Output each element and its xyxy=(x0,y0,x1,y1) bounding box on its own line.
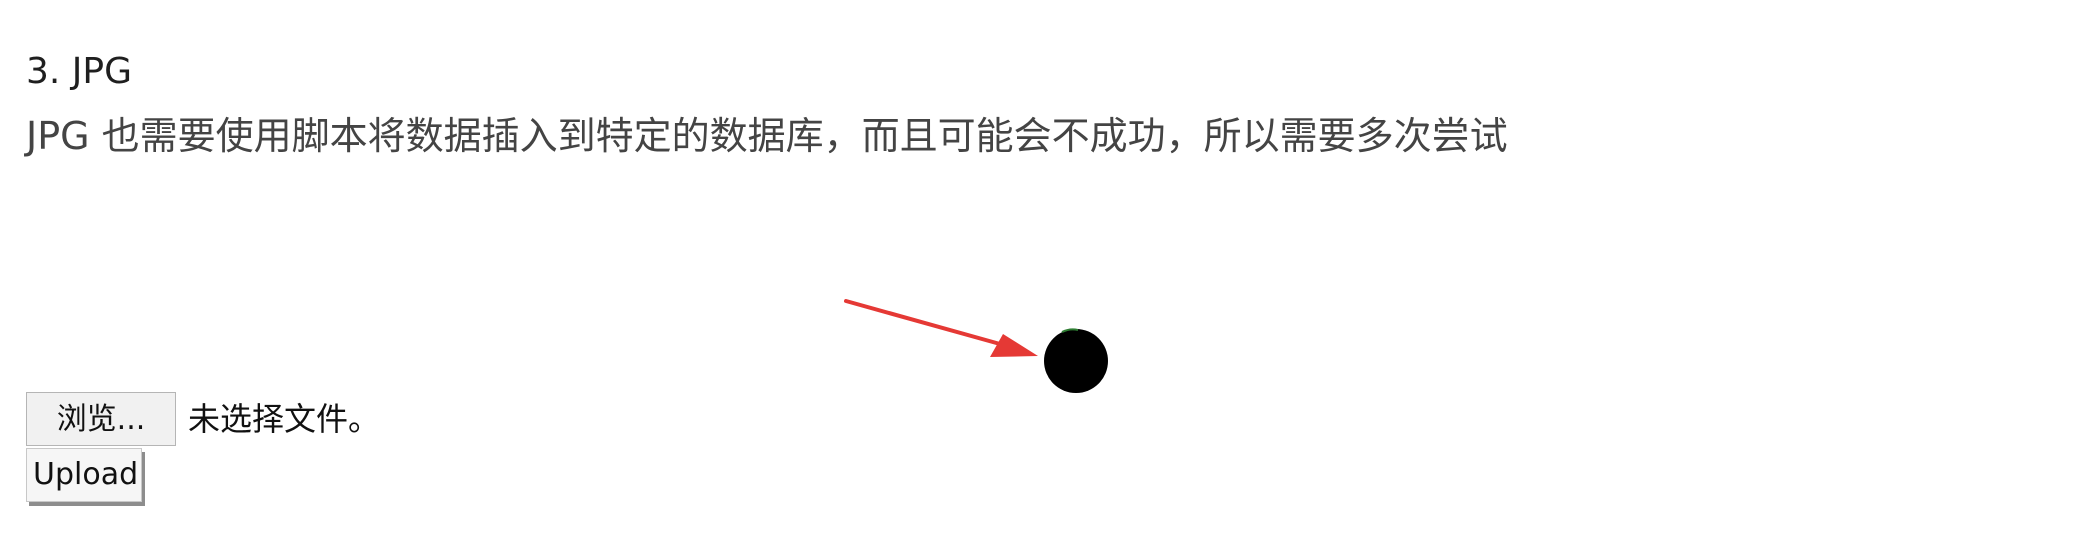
cursor-marker-highlight xyxy=(1061,328,1079,333)
section-description: JPG 也需要使用脚本将数据插入到特定的数据库，而且可能会不成功，所以需要多次尝… xyxy=(26,114,1508,158)
cursor-marker-icon xyxy=(1044,329,1108,393)
annotation-arrowhead-icon xyxy=(990,334,1038,357)
section-heading: 3. JPG xyxy=(26,51,133,92)
annotation-arrow-line xyxy=(844,299,1002,346)
file-status-text: 未选择文件。 xyxy=(188,400,381,438)
file-upload-form: 浏览... 未选择文件。 Upload xyxy=(26,392,626,512)
upload-button[interactable]: Upload xyxy=(26,448,142,502)
browse-button[interactable]: 浏览... xyxy=(26,392,176,446)
